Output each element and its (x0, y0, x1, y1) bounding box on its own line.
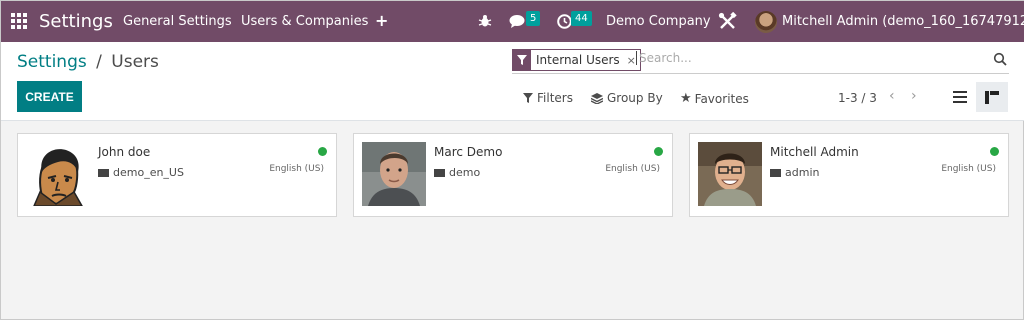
debug-bug-icon[interactable] (478, 14, 492, 28)
user-login-value: admin (785, 166, 820, 179)
groupby-label: Group By (607, 91, 663, 105)
pager-previous-icon[interactable]: ‹ (889, 88, 895, 104)
user-language: English (US) (605, 164, 660, 174)
user-login-value: demo_en_US (113, 166, 184, 179)
groupby-dropdown[interactable]: Group By (591, 91, 663, 105)
star-icon: ★ (680, 91, 692, 106)
online-status-indicator (990, 147, 999, 156)
user-language: English (US) (941, 164, 996, 174)
user-avatar[interactable] (755, 11, 777, 33)
app-brand[interactable]: Settings (39, 11, 113, 32)
menu-general-settings[interactable]: General Settings (123, 14, 232, 29)
user-name: Marc Demo (434, 145, 503, 159)
user-card-marc-demo[interactable]: Marc Demo demo English (US) (353, 133, 673, 217)
filters-label: Filters (537, 91, 573, 105)
messages-count-badge: 5 (526, 11, 541, 26)
user-menu[interactable]: Mitchell Admin (demo_160_1674791272) (782, 14, 1024, 29)
user-login-value: demo (449, 166, 481, 179)
apps-menu-icon[interactable] (11, 13, 27, 29)
breadcrumb-separator: / (96, 52, 102, 72)
activities-count-badge: 44 (571, 11, 592, 26)
user-login: admin (770, 166, 819, 179)
facet-label: Internal Users (536, 53, 620, 67)
activity-clock-icon[interactable] (557, 14, 572, 29)
search-input[interactable] (636, 51, 976, 65)
search-icon[interactable] (993, 52, 1007, 66)
envelope-icon (434, 168, 445, 177)
user-language: English (US) (269, 164, 324, 174)
pager-value[interactable]: 1-3 / 3 (838, 91, 877, 105)
breadcrumb-users: Users (111, 52, 159, 72)
menu-users-companies[interactable]: Users & Companies (241, 14, 368, 29)
breadcrumb: Settings / Users (17, 52, 159, 72)
avatar (26, 142, 90, 206)
messages-icon[interactable] (509, 14, 527, 29)
top-navbar: Settings General Settings Users & Compan… (1, 1, 1024, 42)
favorites-label: Favorites (694, 91, 749, 106)
user-card-mitchell-admin[interactable]: Mitchell Admin admin English (US) (689, 133, 1009, 217)
pager-next-icon[interactable]: › (911, 88, 917, 104)
breadcrumb-settings[interactable]: Settings (17, 52, 87, 72)
list-view-icon (953, 91, 967, 103)
user-card-john-doe[interactable]: John doe demo_en_US English (US) (17, 133, 337, 217)
online-status-indicator (654, 147, 663, 156)
filters-dropdown[interactable]: Filters (523, 91, 573, 105)
company-switcher[interactable]: Demo Company (606, 14, 711, 29)
create-button[interactable]: CREATE (17, 81, 82, 112)
search-bar: Internal Users × (512, 49, 1009, 74)
kanban-view-button[interactable] (976, 82, 1008, 112)
internal-users-facet: Internal Users × (512, 49, 641, 71)
developer-tools-icon[interactable] (718, 12, 737, 31)
online-status-indicator (318, 147, 327, 156)
layers-icon (591, 92, 603, 104)
avatar (362, 142, 426, 206)
filter-facet-icon (513, 50, 531, 70)
user-login: demo (434, 166, 480, 179)
envelope-icon (98, 168, 109, 177)
filter-icon (523, 93, 533, 103)
envelope-icon (770, 168, 781, 177)
user-login: demo_en_US (98, 166, 184, 179)
kanban-view-icon (985, 90, 999, 104)
user-name: John doe (98, 145, 151, 159)
avatar (698, 142, 762, 206)
favorites-dropdown[interactable]: ★ Favorites (680, 91, 749, 106)
user-name: Mitchell Admin (770, 145, 859, 159)
list-view-button[interactable] (944, 82, 976, 112)
plus-icon[interactable]: + (375, 11, 388, 30)
control-panel: Settings / Users CREATE Internal Users ×… (1, 42, 1024, 121)
